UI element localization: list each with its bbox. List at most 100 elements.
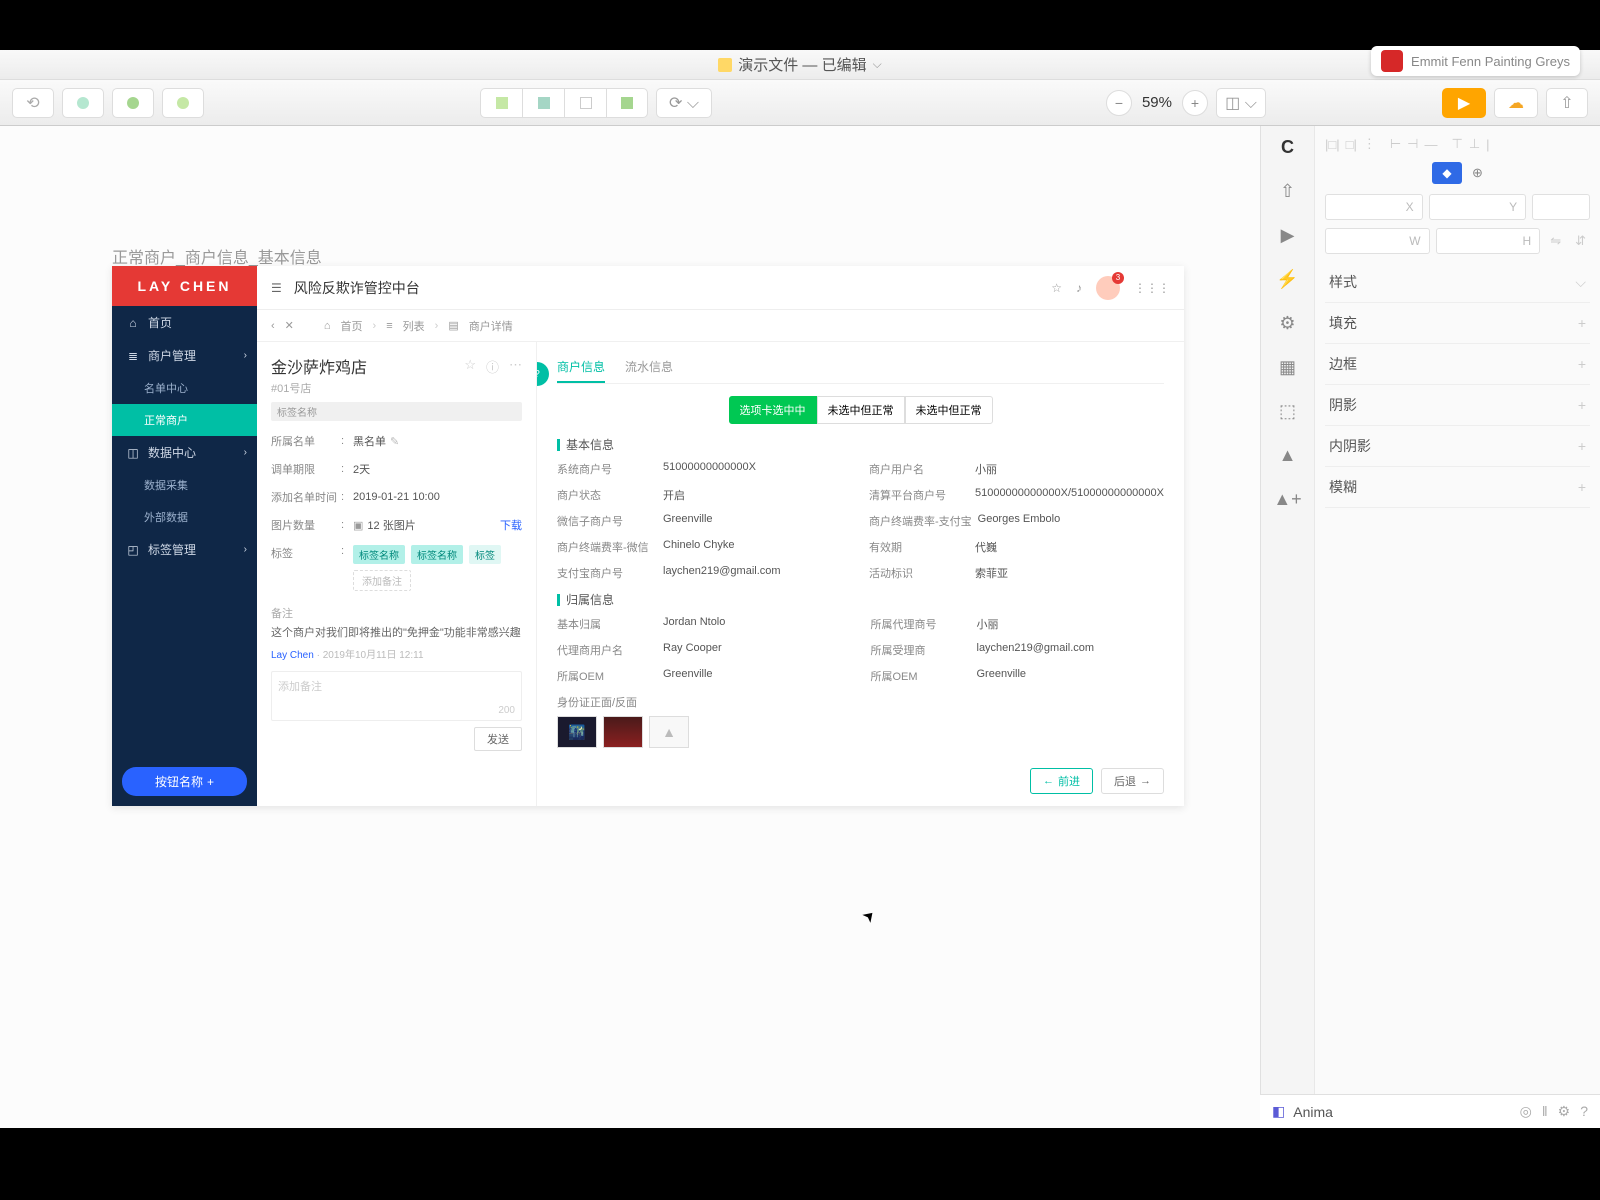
rotate-field[interactable] xyxy=(1532,194,1590,220)
cloud-button[interactable]: ☁ xyxy=(1494,88,1538,118)
tool-shape-3[interactable] xyxy=(162,88,204,118)
tag-chip[interactable]: 标签名称 xyxy=(353,545,405,564)
inspector-section[interactable]: 填充+ xyxy=(1325,303,1590,344)
nav-home[interactable]: ⌂首页 xyxy=(112,306,257,339)
anima-gear-icon[interactable]: ⚙ xyxy=(1558,1103,1571,1120)
nav-merchant-mgmt[interactable]: ≣商户管理› xyxy=(112,339,257,372)
layout-icon[interactable]: ▦ xyxy=(1275,354,1301,380)
view-mode[interactable]: ◫ ⌵ xyxy=(1216,88,1266,118)
send-button[interactable]: 发送 xyxy=(474,727,522,751)
crumb-list[interactable]: 列表 xyxy=(403,318,425,334)
layer-btn-4[interactable] xyxy=(606,88,648,118)
nav-list-center[interactable]: 名单中心 xyxy=(112,372,257,404)
back-icon[interactable]: ‹ xyxy=(271,320,275,332)
next-button[interactable]: 后退→ xyxy=(1101,768,1164,794)
tab-flow-info[interactable]: 流水信息 xyxy=(625,352,673,383)
info-field: 微信子商户号Greenville xyxy=(557,513,849,529)
gear-icon[interactable]: ⚙ xyxy=(1275,310,1301,336)
play-button[interactable]: ▶ xyxy=(1442,88,1486,118)
info-icon[interactable]: ⓘ xyxy=(486,357,499,376)
inspector-section[interactable]: 阴影+ xyxy=(1325,385,1590,426)
flip-v-icon[interactable]: ⇵ xyxy=(1571,233,1590,249)
anima-pause-icon[interactable]: ‖ xyxy=(1542,1103,1548,1120)
crop-icon[interactable]: ⬚ xyxy=(1275,398,1301,424)
idcard-front[interactable]: 🌃 xyxy=(557,716,597,748)
tool-undo[interactable]: ⟲ xyxy=(12,88,54,118)
logo-icon[interactable]: C xyxy=(1275,134,1301,160)
tool-shape-1[interactable] xyxy=(62,88,104,118)
flip-h-icon[interactable]: ⇋ xyxy=(1546,233,1565,249)
style-section[interactable]: 样式⌵ xyxy=(1325,262,1590,303)
music-widget[interactable]: Emmit Fenn Painting Greys xyxy=(1371,46,1580,76)
zoom-out[interactable]: − xyxy=(1106,90,1132,116)
tool-shape-2[interactable] xyxy=(112,88,154,118)
layer-btn-2[interactable] xyxy=(522,88,564,118)
info-field: 商户用户名小丽 xyxy=(869,461,1164,477)
tag-chip[interactable]: 标签名称 xyxy=(411,545,463,564)
inspector-section[interactable]: 模糊+ xyxy=(1325,467,1590,508)
apps-icon[interactable]: ⋮⋮⋮ xyxy=(1134,281,1170,295)
diamond-icon[interactable]: ◆ xyxy=(1432,162,1462,184)
image-icon[interactable]: ▲ xyxy=(1275,442,1301,468)
nav-normal-merchant[interactable]: 正常商户 xyxy=(112,404,257,436)
anima-bar: ◧ Anima ◎ ‖ ⚙ ? xyxy=(1260,1094,1600,1128)
menu-icon[interactable]: ☰ xyxy=(271,281,282,295)
home-icon: ⌂ xyxy=(324,320,331,332)
pill-option[interactable]: 未选中但正常 xyxy=(817,396,905,424)
sync-button[interactable]: ⟳ ⌵ xyxy=(656,88,712,118)
info-field: 商户终端费率-支付宝Georges Embolo xyxy=(869,513,1164,529)
idcard-placeholder[interactable]: ▲ xyxy=(649,716,689,748)
doc-icon: ▤ xyxy=(448,319,458,332)
info-field: 基本归属Jordan Ntolo xyxy=(557,616,851,632)
add-image-icon[interactable]: ▲+ xyxy=(1275,486,1301,512)
add-tag-button[interactable]: 添加备注 xyxy=(353,570,411,591)
inspector-section[interactable]: 边框+ xyxy=(1325,344,1590,385)
nav-data-collect[interactable]: 数据采集 xyxy=(112,469,257,501)
nav-external-data[interactable]: 外部数据 xyxy=(112,501,257,533)
anima-help-icon[interactable]: ? xyxy=(1580,1103,1588,1120)
remark-input[interactable]: 添加备注 200 xyxy=(271,671,522,721)
info-field: 活动标识索菲亚 xyxy=(869,565,1164,581)
tab-merchant-info[interactable]: 商户信息 xyxy=(557,352,605,383)
star-icon[interactable]: ☆ xyxy=(464,357,476,376)
star-icon[interactable]: ☆ xyxy=(1051,281,1062,295)
prev-button[interactable]: ←前进 xyxy=(1030,768,1093,794)
download-link[interactable]: 下载 xyxy=(500,517,522,533)
nav-tag-mgmt[interactable]: ◰标签管理› xyxy=(112,533,257,566)
nav-data-center[interactable]: ◫数据中心› xyxy=(112,436,257,469)
layer-btn-3[interactable] xyxy=(564,88,606,118)
target-icon[interactable]: ⊕ xyxy=(1472,165,1483,181)
pill-selected[interactable]: 选项卡选中中 xyxy=(729,396,817,424)
h-field[interactable]: H xyxy=(1436,228,1541,254)
chevron-down-icon[interactable]: ⌵ xyxy=(873,57,882,72)
y-field[interactable]: Y xyxy=(1429,194,1527,220)
inspector-section[interactable]: 内阴影+ xyxy=(1325,426,1590,467)
user-avatar[interactable]: 3 xyxy=(1096,276,1120,300)
share-button[interactable]: ⇧ xyxy=(1546,88,1588,118)
layer-btn-1[interactable] xyxy=(480,88,522,118)
document-icon xyxy=(718,58,732,72)
x-field[interactable]: X xyxy=(1325,194,1423,220)
idcard-back[interactable] xyxy=(603,716,643,748)
tag-chip[interactable]: 标签 xyxy=(469,545,501,564)
more-icon[interactable]: ⋯ xyxy=(509,357,522,376)
zoom-in[interactable]: + xyxy=(1182,90,1208,116)
bell-icon[interactable]: ♪ xyxy=(1076,281,1082,295)
close-icon[interactable]: ✕ xyxy=(285,319,294,332)
add-button[interactable]: 按钮名称+ xyxy=(122,767,247,796)
music-thumbnail xyxy=(1381,50,1403,72)
breadcrumb: ‹ ✕ ⌂ 首页 › ≡ 列表 › ▤ 商户详情 xyxy=(257,310,1184,342)
edit-icon[interactable]: ✎ xyxy=(390,435,399,448)
layer-group xyxy=(480,88,648,118)
upload-icon[interactable]: ⇧ xyxy=(1275,178,1301,204)
bolt-icon[interactable]: ⚡ xyxy=(1275,266,1301,292)
crumb-detail[interactable]: 商户详情 xyxy=(469,318,513,334)
canvas[interactable]: 正常商户_商户信息_基本信息 LAY CHEN ⌂首页 ≣商户管理› 名单中心 … xyxy=(0,126,1260,1128)
w-field[interactable]: W xyxy=(1325,228,1430,254)
anima-sync-icon[interactable]: ◎ xyxy=(1520,1103,1532,1120)
crumb-home[interactable]: 首页 xyxy=(341,318,363,334)
play-icon[interactable]: ▶ xyxy=(1275,222,1301,248)
pill-option[interactable]: 未选中但正常 xyxy=(905,396,993,424)
plus-icon: + xyxy=(207,775,214,789)
info-field: 系统商户号51000000000000X xyxy=(557,461,849,477)
